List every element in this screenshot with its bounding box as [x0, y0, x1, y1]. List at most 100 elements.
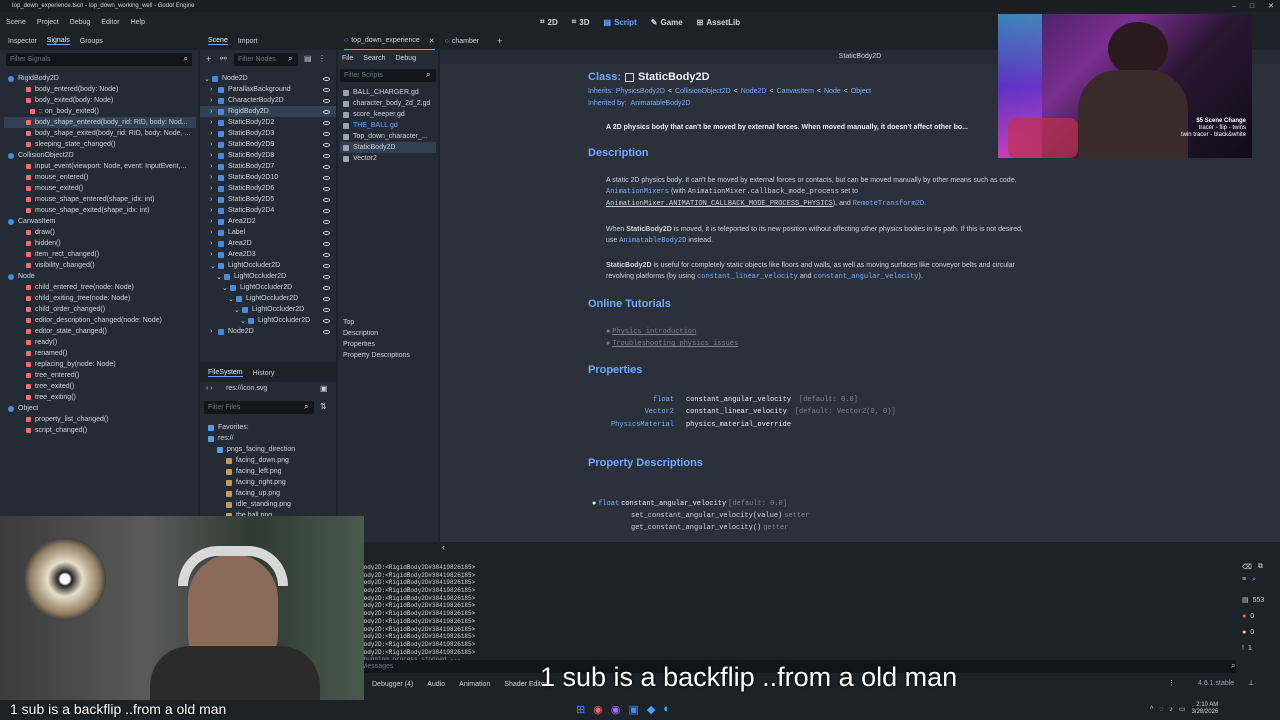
- expand-arrow-icon[interactable]: ⌄: [234, 306, 240, 314]
- signal-item[interactable]: editor_state_changed(): [4, 326, 196, 337]
- desc1-link-remote[interactable]: RemoteTransform2D: [853, 200, 924, 208]
- signal-item[interactable]: draw(): [4, 227, 196, 238]
- explorer-icon[interactable]: ▣: [628, 703, 638, 716]
- tab-history[interactable]: History: [253, 370, 275, 377]
- signal-group[interactable]: Node: [4, 271, 196, 282]
- desc1-link-mixers[interactable]: AnimationMixers: [606, 188, 669, 196]
- visibility-icon[interactable]: [323, 87, 330, 92]
- inherits-link[interactable]: CollisionObject2D: [675, 86, 731, 97]
- visibility-icon[interactable]: [323, 175, 330, 180]
- close-tab-icon[interactable]: ✕: [429, 37, 435, 45]
- godot-icon[interactable]: ◆: [647, 703, 655, 716]
- expand-arrow-icon[interactable]: ›: [210, 229, 215, 236]
- signal-item[interactable]: ready(): [4, 337, 196, 348]
- scene-node[interactable]: › Label: [200, 227, 336, 238]
- tab-game[interactable]: ✎ Game: [651, 18, 683, 27]
- tutorial-link[interactable]: Physics introduction: [612, 328, 696, 336]
- expand-arrow-icon[interactable]: ›: [210, 119, 215, 126]
- tab-signals[interactable]: Signals: [46, 37, 70, 45]
- visibility-icon[interactable]: [323, 208, 330, 213]
- scene-node[interactable]: ⌄ LightOccluder2D: [200, 304, 336, 315]
- signal-item[interactable]: mouse_shape_exited(shape_idx: int): [4, 205, 196, 216]
- add-tab-button[interactable]: +: [497, 36, 502, 46]
- maximize-button[interactable]: □: [1250, 3, 1254, 10]
- outline-item[interactable]: Top: [340, 319, 436, 330]
- scene-node[interactable]: › CharacterBody2D: [200, 95, 336, 106]
- menu-debug-script[interactable]: Debug: [395, 55, 416, 62]
- signal-item[interactable]: child_order_changed(): [4, 304, 196, 315]
- property-type[interactable]: PhysicsMaterial: [590, 420, 674, 431]
- inherits-link[interactable]: CanvasItem: [777, 86, 814, 97]
- visibility-icon[interactable]: [323, 230, 330, 235]
- file-item[interactable]: facing_left.png: [208, 466, 336, 477]
- inherits-link[interactable]: Node2D: [741, 86, 767, 97]
- visibility-icon[interactable]: [323, 263, 330, 268]
- scene-node[interactable]: › StaticBody2D2: [200, 117, 336, 128]
- visibility-icon[interactable]: [323, 186, 330, 191]
- property-name[interactable]: constant_linear_velocity: [686, 407, 787, 418]
- browser-icon[interactable]: ◉: [593, 703, 603, 716]
- scene-node[interactable]: › Area2D3: [200, 249, 336, 260]
- signal-item[interactable]: mouse_shape_entered(shape_idx: int): [4, 194, 196, 205]
- signal-group[interactable]: CollisionObject2D: [4, 150, 196, 161]
- expand-arrow-icon[interactable]: ›: [210, 152, 215, 159]
- file-item[interactable]: idle_standing.png: [208, 499, 336, 510]
- visibility-icon[interactable]: [323, 307, 330, 312]
- copy-output-icon[interactable]: ⧉: [1258, 563, 1263, 571]
- network-icon[interactable]: ◌: [1159, 706, 1163, 713]
- signal-item[interactable]: property_list_changed(): [4, 414, 196, 425]
- signal-item[interactable]: mouse_entered(): [4, 172, 196, 183]
- expand-arrow-icon[interactable]: ›: [210, 130, 215, 137]
- visibility-icon[interactable]: [323, 164, 330, 169]
- tab-2d[interactable]: ⌗ 2D: [540, 17, 558, 27]
- tab-top-down-experience[interactable]: ○ top_down_experience ✕: [344, 32, 435, 50]
- visibility-icon[interactable]: [323, 219, 330, 224]
- expand-arrow-icon[interactable]: ›: [210, 196, 215, 203]
- expand-arrow-icon[interactable]: ›: [210, 207, 215, 214]
- inherits-link[interactable]: Object: [851, 86, 871, 97]
- signal-group[interactable]: CanvasItem: [4, 216, 196, 227]
- signal-item[interactable]: renamed(): [4, 348, 196, 359]
- desc3-link-linear[interactable]: constant_linear_velocity: [697, 273, 798, 281]
- signal-item[interactable]: editor_description_changed(node: Node): [4, 315, 196, 326]
- visibility-icon[interactable]: [323, 318, 330, 323]
- signal-item[interactable]: visibility_changed(): [4, 260, 196, 271]
- minimize-button[interactable]: –: [1232, 3, 1236, 10]
- more-icon[interactable]: ⋮: [1168, 679, 1175, 687]
- file-item[interactable]: Favorites:: [208, 422, 336, 433]
- scene-node[interactable]: › StaticBody2D5: [200, 194, 336, 205]
- visibility-icon[interactable]: [323, 153, 330, 158]
- expand-arrow-icon[interactable]: ⌄: [210, 262, 216, 270]
- prop-desc-type[interactable]: float: [598, 500, 619, 508]
- outline-item[interactable]: Property Descriptions: [340, 352, 436, 363]
- scene-node[interactable]: ⌄ Node2D: [200, 73, 336, 84]
- scene-node[interactable]: ⌄ LightOccluder2D: [200, 260, 336, 271]
- visibility-icon[interactable]: [323, 274, 330, 279]
- menu-scene[interactable]: Scene: [6, 19, 26, 26]
- close-window-button[interactable]: ✕: [1268, 2, 1274, 10]
- scene-node[interactable]: › Node2D: [200, 326, 336, 337]
- signal-item[interactable]: replacing_by(node: Node): [4, 359, 196, 370]
- signal-item[interactable]: script_changed(): [4, 425, 196, 436]
- tab-inspector[interactable]: Inspector: [8, 38, 37, 45]
- expand-arrow-icon[interactable]: ⌄: [240, 317, 246, 325]
- signal-group[interactable]: Object: [4, 403, 196, 414]
- tab-chamber[interactable]: ○ chamber: [445, 38, 479, 45]
- script-attach-icon[interactable]: ▤: [304, 54, 312, 63]
- visibility-icon[interactable]: [323, 142, 330, 147]
- script-item[interactable]: character_body_2d_2.gd: [340, 98, 436, 109]
- split-view-icon[interactable]: ▣: [320, 384, 328, 393]
- link-icon[interactable]: ⚯: [220, 54, 227, 63]
- signal-filter-input[interactable]: Filter Signals: [6, 53, 192, 66]
- expand-arrow-icon[interactable]: ›: [210, 174, 215, 181]
- file-item[interactable]: facing_right.png: [208, 477, 336, 488]
- collapse-panel-icon[interactable]: ‹: [442, 542, 445, 552]
- back-forward-icon[interactable]: ‹ ›: [206, 385, 213, 392]
- expand-arrow-icon[interactable]: ⌄: [216, 273, 222, 281]
- tab-filesystem[interactable]: FileSystem: [208, 369, 243, 377]
- clock[interactable]: 2:10 AM 3/28/2026: [1192, 702, 1219, 716]
- signal-item[interactable]: body_entered(body: Node): [4, 84, 196, 95]
- scene-node[interactable]: › StaticBody2D6: [200, 183, 336, 194]
- file-item[interactable]: res://: [208, 433, 336, 444]
- visibility-icon[interactable]: [323, 197, 330, 202]
